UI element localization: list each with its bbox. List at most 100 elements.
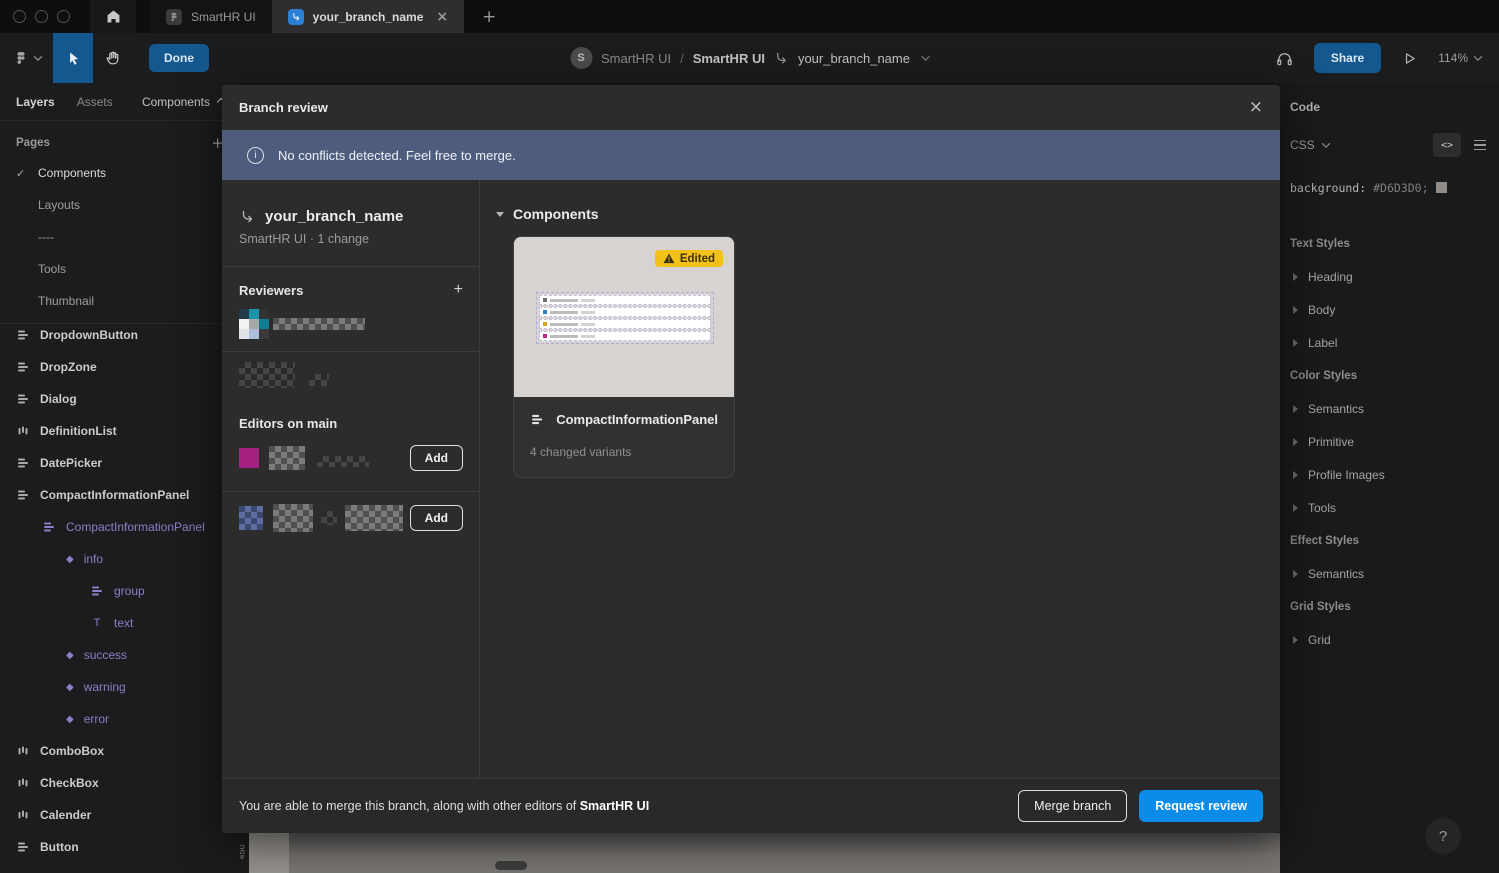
close-icon[interactable]: × [1249, 99, 1263, 116]
layer-row[interactable]: ComboBox [0, 735, 240, 767]
new-tab-button[interactable]: + [474, 7, 504, 27]
chevron-down-icon[interactable] [1321, 139, 1329, 147]
request-review-button[interactable]: Request review [1139, 790, 1263, 822]
merge-permission-message: You are able to merge this branch, along… [239, 799, 649, 813]
breadcrumb-org[interactable]: SmartHR UI [601, 51, 671, 66]
changed-component-card[interactable]: Edited CompactInformationPanel 4 changed [513, 236, 735, 478]
language-selector[interactable]: CSS [1290, 138, 1315, 152]
variants-icon [16, 424, 30, 438]
components-section-header[interactable]: Components [496, 206, 1260, 222]
page-item-components[interactable]: ✓ Components [0, 157, 240, 189]
reviewers-heading: Reviewers [239, 283, 303, 298]
scrollbar-thumb[interactable] [495, 861, 527, 870]
pages-header: Pages + [0, 129, 240, 157]
main-menu-button[interactable] [0, 33, 53, 83]
style-item[interactable]: Label [1280, 326, 1499, 359]
section-heading: Grid Styles [1280, 590, 1499, 623]
badge-label: Edited [680, 253, 715, 265]
tab-smarthr-ui-file[interactable]: SmartHR UI [150, 0, 272, 33]
layer-row[interactable]: ◆ warning [0, 671, 240, 703]
home-icon [105, 8, 122, 25]
org-avatar[interactable]: S [570, 47, 592, 69]
pages-heading: Pages [16, 137, 50, 149]
card-info: CompactInformationPanel 4 changed varian… [514, 397, 734, 477]
share-button[interactable]: Share [1314, 43, 1381, 73]
layer-row[interactable]: Calender [0, 799, 240, 831]
pages-list: ✓ Components Layouts ---- Tools Thumbnai… [0, 157, 240, 317]
css-code-line: background: #D6D3D0; [1280, 181, 1499, 195]
present-play-icon[interactable] [1401, 50, 1418, 67]
page-item-tools[interactable]: Tools [0, 253, 240, 285]
layer-row[interactable]: ◆ error [0, 703, 240, 735]
tab-layers[interactable]: Layers [16, 95, 55, 109]
style-item[interactable]: Tools [1280, 491, 1499, 524]
page-item-layouts[interactable]: Layouts [0, 189, 240, 221]
style-item[interactable]: Semantics [1280, 392, 1499, 425]
breadcrumb-branch[interactable]: your_branch_name [798, 51, 910, 66]
zoom-control[interactable]: 114% [1438, 51, 1481, 65]
page-label: Tools [38, 262, 66, 276]
style-item[interactable]: Heading [1280, 260, 1499, 293]
layer-row[interactable]: Button [0, 831, 240, 863]
list-view-toggle[interactable] [1469, 133, 1491, 157]
layer-row[interactable]: DatePicker [0, 447, 240, 479]
style-item[interactable]: Grid [1280, 623, 1499, 656]
tab-assets[interactable]: Assets [77, 95, 113, 109]
style-item[interactable]: Semantics [1280, 557, 1499, 590]
variants-icon [16, 776, 30, 790]
home-button[interactable] [90, 0, 136, 33]
page-item-divider[interactable]: ---- [0, 221, 240, 253]
component-instance-icon: ◆ [66, 682, 74, 693]
hand-tool[interactable] [93, 33, 133, 83]
window-zoom-button[interactable] [57, 10, 70, 23]
page-item-thumbnail[interactable]: Thumbnail [0, 285, 240, 317]
divider [222, 491, 479, 492]
style-item[interactable]: Profile Images [1280, 458, 1499, 491]
branch-title-row: your_branch_name [239, 208, 463, 225]
redacted-name [317, 456, 369, 467]
merge-branch-button[interactable]: Merge branch [1018, 790, 1127, 822]
cursor-icon [65, 50, 82, 67]
chevron-down-icon[interactable] [922, 52, 930, 60]
layer-row[interactable]: T text [0, 607, 240, 639]
component-set-icon [16, 488, 30, 502]
add-reviewer-button[interactable]: + [454, 281, 463, 299]
page-selector[interactable]: Components [142, 95, 224, 109]
branch-icon [774, 51, 789, 66]
add-editor-button[interactable]: Add [410, 445, 463, 471]
component-set-icon [16, 360, 30, 374]
window-close-button[interactable] [13, 10, 26, 23]
figma-file-icon [166, 9, 182, 25]
layer-row[interactable]: ◆ info [0, 543, 240, 575]
warning-icon [663, 253, 675, 264]
add-editor-button[interactable]: Add [410, 505, 463, 531]
component-instance-icon: ◆ [66, 714, 74, 725]
layer-row[interactable]: CompactInformationPanel [0, 479, 240, 511]
component-instance-icon: ◆ [66, 650, 74, 661]
component-preview: Edited [514, 237, 734, 397]
done-button[interactable]: Done [149, 44, 209, 72]
banner-message: No conflicts detected. Feel free to merg… [278, 148, 516, 163]
layer-row[interactable]: DropdownButton [0, 323, 240, 351]
component-name: CompactInformationPanel [556, 412, 718, 427]
toolbar-right: Share 114% [1275, 43, 1499, 73]
layer-row[interactable]: CheckBox [0, 767, 240, 799]
tab-branch-active[interactable]: your_branch_name × [272, 0, 464, 33]
headphones-icon[interactable] [1275, 49, 1294, 68]
layer-row[interactable]: ◆ success [0, 639, 240, 671]
help-button[interactable]: ? [1425, 818, 1461, 854]
breadcrumb-separator: / [680, 51, 684, 66]
tab-close-icon[interactable]: × [436, 10, 448, 24]
move-tool[interactable] [53, 33, 93, 83]
layer-row[interactable]: DefinitionList [0, 415, 240, 447]
style-item[interactable]: Primitive [1280, 425, 1499, 458]
layer-row[interactable]: Dialog [0, 383, 240, 415]
layer-row[interactable]: CompactInformationPanel [0, 511, 240, 543]
canvas[interactable]: 450 [240, 833, 1280, 873]
window-minimize-button[interactable] [35, 10, 48, 23]
layer-row[interactable]: group [0, 575, 240, 607]
code-view-toggle[interactable]: <> [1433, 133, 1461, 157]
layer-row[interactable]: DropZone [0, 351, 240, 383]
breadcrumb-file[interactable]: SmartHR UI [693, 51, 765, 66]
style-item[interactable]: Body [1280, 293, 1499, 326]
